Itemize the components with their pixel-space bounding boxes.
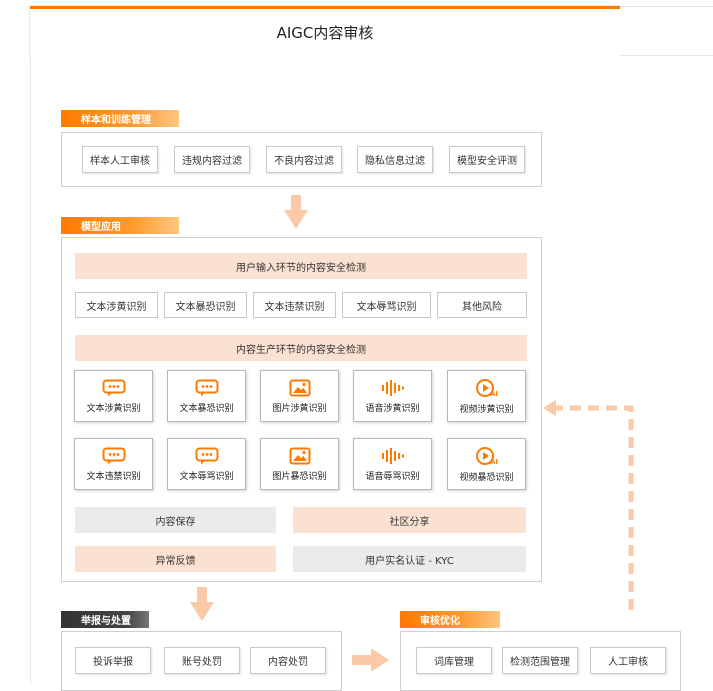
chat-bubble-icon (102, 379, 125, 396)
card-label: 视频暴恐识别 (459, 472, 514, 483)
card-image-terror: 图片暴恐识别 (260, 438, 339, 490)
optimize-item: 检测范围管理 (502, 647, 578, 674)
section-label-app: 模型应用 (61, 217, 179, 234)
image-icon (289, 447, 310, 464)
ai-video-icon: AI (475, 378, 498, 398)
input-detection-heading: 用户输入环节的内容安全检测 (75, 253, 527, 279)
content-save-box: 内容保存 (75, 507, 276, 533)
card-label: 文本违禁识别 (86, 471, 141, 482)
sample-item: 隐私信息过滤 (357, 146, 433, 173)
card-image-porn: 图片涉黄识别 (260, 370, 339, 422)
kyc-box: 用户实名认证 - KYC (293, 546, 526, 572)
tab-aigc-content-review[interactable]: AIGC内容审核 (30, 6, 620, 56)
sample-item: 样本人工审核 (82, 146, 158, 173)
audio-wave-icon (381, 447, 404, 464)
chat-bubble-icon (195, 379, 218, 396)
card-text-abuse: 文本辱骂识别 (167, 438, 246, 490)
ai-video-icon: AI (475, 446, 498, 466)
card-label: 文本暴恐识别 (179, 403, 234, 414)
sample-item: 不良内容过滤 (266, 146, 342, 173)
input-item: 文本违禁识别 (253, 292, 336, 318)
card-text-porn: 文本涉黄识别 (74, 370, 153, 422)
anomaly-feedback-box: 异常反馈 (75, 546, 276, 572)
generation-detection-heading: 内容生产环节的内容安全检测 (75, 335, 527, 361)
card-video-terror: AI 视频暴恐识别 (447, 438, 526, 490)
card-audio-porn: 语音涉黄识别 (353, 370, 432, 422)
input-item: 文本暴恐识别 (164, 292, 247, 318)
card-label: 视频涉黄识别 (459, 404, 514, 415)
card-text-terror: 文本暴恐识别 (167, 370, 246, 422)
section-label-report: 举报与处置 (61, 611, 149, 628)
section-label-optimize: 审核优化 (400, 611, 500, 628)
card-label: 图片涉黄识别 (272, 403, 327, 414)
section-label-sample: 样本和训练管理 (61, 110, 179, 127)
optimize-item: 人工审核 (590, 647, 666, 674)
card-text-prohibited: 文本违禁识别 (74, 438, 153, 490)
card-label: 图片暴恐识别 (272, 471, 327, 482)
report-item: 账号处罚 (164, 647, 240, 674)
card-label: 文本涉黄识别 (86, 403, 141, 414)
audio-wave-icon (381, 379, 404, 396)
report-item: 内容处罚 (250, 647, 326, 674)
svg-text:AI: AI (490, 390, 498, 398)
card-label: 语音辱骂识别 (365, 471, 420, 482)
card-audio-abuse: 语音辱骂识别 (353, 438, 432, 490)
sample-item: 违规内容过滤 (174, 146, 250, 173)
optimize-item: 词库管理 (416, 647, 492, 674)
sample-item: 模型安全评测 (449, 146, 525, 173)
card-label: 语音涉黄识别 (365, 403, 420, 414)
input-item: 文本涉黄识别 (75, 292, 158, 318)
card-label: 文本辱骂识别 (179, 471, 234, 482)
card-video-porn: AI 视频涉黄识别 (447, 370, 526, 422)
image-icon (289, 379, 310, 396)
chat-bubble-icon (195, 447, 218, 464)
chat-bubble-icon (102, 447, 125, 464)
input-item: 文本辱骂识别 (342, 292, 431, 318)
report-item: 投诉举报 (75, 647, 151, 674)
tab-bar-filler (620, 6, 713, 56)
svg-text:AI: AI (490, 458, 498, 466)
input-item: 其他风险 (437, 292, 527, 318)
community-share-box: 社区分享 (293, 507, 526, 533)
tab-title: AIGC内容审核 (276, 24, 374, 42)
